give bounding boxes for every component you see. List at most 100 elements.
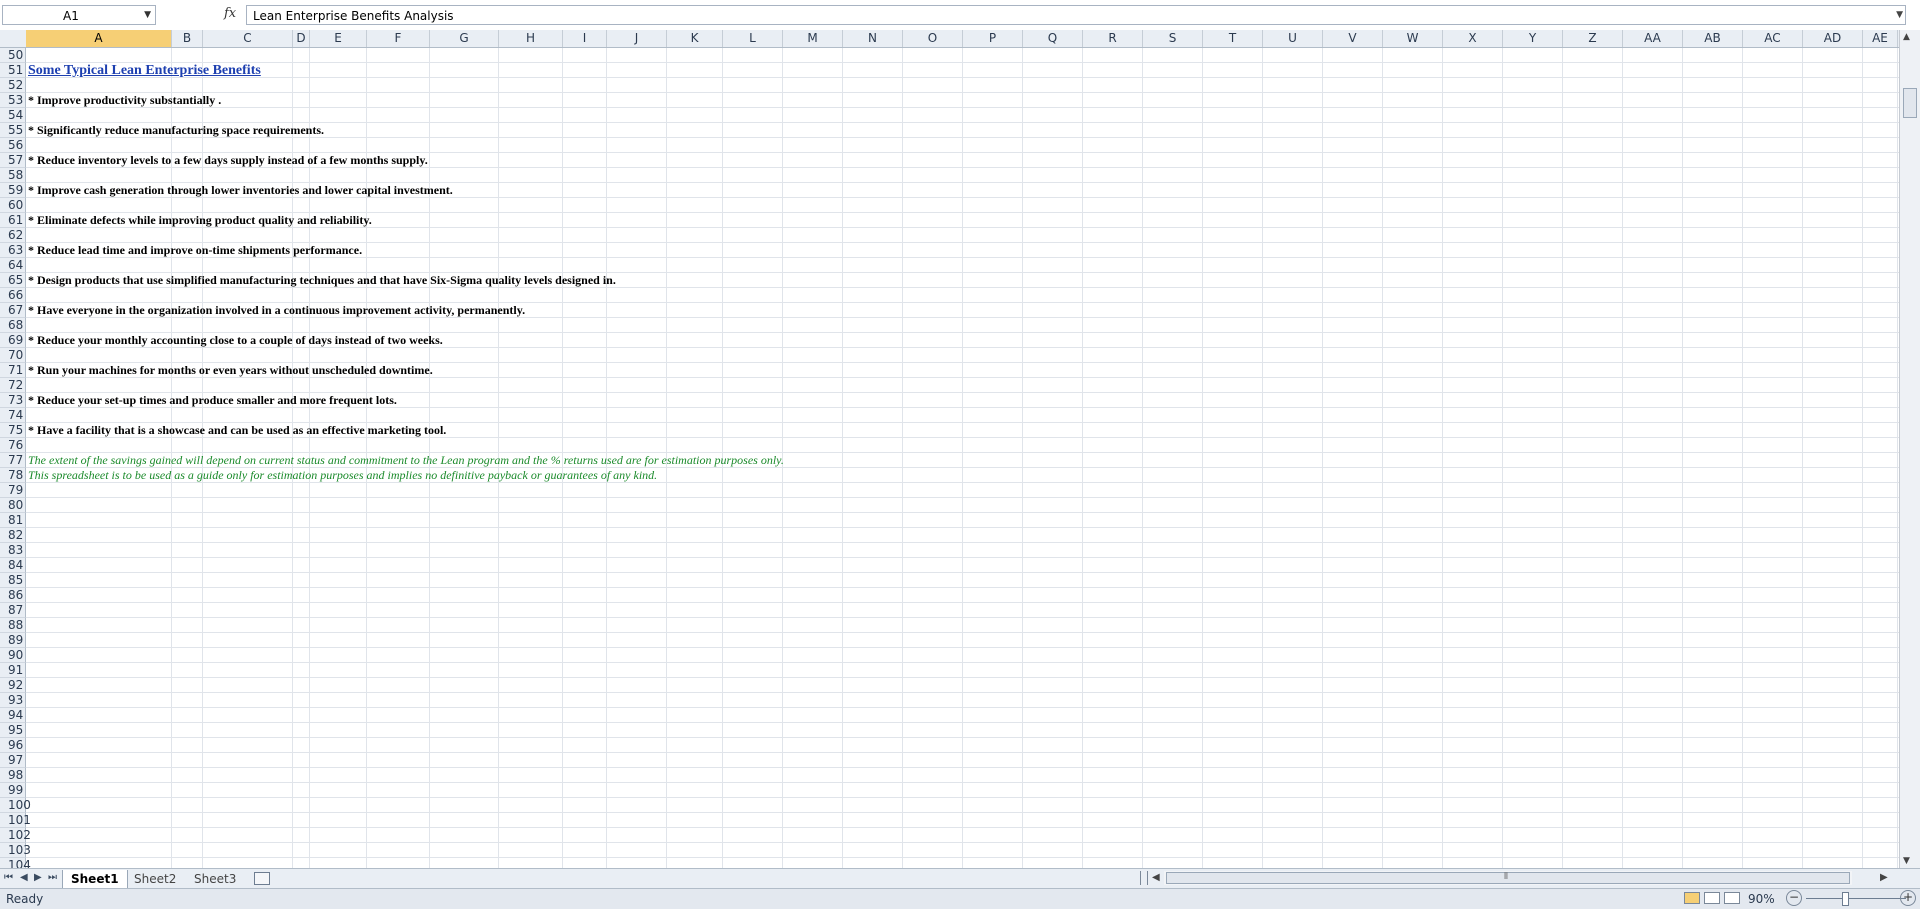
row-header[interactable]: 52 <box>0 78 26 93</box>
row-header[interactable]: 60 <box>0 198 26 213</box>
column-header-p[interactable]: P <box>963 30 1023 47</box>
disclaimer-cell[interactable]: This spreadsheet is to be used as a guid… <box>28 468 657 483</box>
column-header-v[interactable]: V <box>1323 30 1383 47</box>
row-header[interactable]: 90 <box>0 648 26 663</box>
column-header-x[interactable]: X <box>1443 30 1503 47</box>
last-sheet-icon[interactable]: ⏭ <box>48 872 57 883</box>
row-header[interactable]: 71 <box>0 363 26 378</box>
row-header[interactable]: 65 <box>0 273 26 288</box>
page-layout-view-icon[interactable] <box>1704 892 1720 904</box>
disclaimer-cell[interactable]: The extent of the savings gained will de… <box>28 453 784 468</box>
column-header-c[interactable]: C <box>203 30 293 47</box>
zoom-out-icon[interactable]: − <box>1786 890 1802 906</box>
row-header[interactable]: 84 <box>0 558 26 573</box>
row-header[interactable]: 62 <box>0 228 26 243</box>
row-header[interactable]: 89 <box>0 633 26 648</box>
benefit-cell[interactable]: * Reduce inventory levels to a few days … <box>28 153 428 168</box>
normal-view-icon[interactable] <box>1684 892 1700 904</box>
scroll-down-icon[interactable]: ▼ <box>1903 856 1910 866</box>
sheet-tab-sheet1[interactable]: Sheet1 <box>62 870 128 889</box>
column-header-ab[interactable]: AB <box>1683 30 1743 47</box>
row-header[interactable]: 57 <box>0 153 26 168</box>
row-header[interactable]: 67 <box>0 303 26 318</box>
sheet-tab-sheet2[interactable]: Sheet2 <box>126 870 184 888</box>
row-header[interactable]: 70 <box>0 348 26 363</box>
column-header-ad[interactable]: AD <box>1803 30 1863 47</box>
row-header[interactable]: 61 <box>0 213 26 228</box>
row-header[interactable]: 73 <box>0 393 26 408</box>
row-header[interactable]: 72 <box>0 378 26 393</box>
row-header[interactable]: 80 <box>0 498 26 513</box>
benefit-cell[interactable]: * Improve productivity substantially . <box>28 93 221 108</box>
page-break-view-icon[interactable] <box>1724 892 1740 904</box>
scroll-up-icon[interactable]: ▲ <box>1903 32 1910 42</box>
column-header-j[interactable]: J <box>607 30 667 47</box>
zoom-in-icon[interactable]: + <box>1900 890 1916 906</box>
column-header-o[interactable]: O <box>903 30 963 47</box>
column-header-u[interactable]: U <box>1263 30 1323 47</box>
row-header[interactable]: 96 <box>0 738 26 753</box>
row-header[interactable]: 104 <box>0 858 31 868</box>
row-header[interactable]: 101 <box>0 813 31 828</box>
benefit-cell[interactable]: * Design products that use simplified ma… <box>28 273 616 288</box>
row-header[interactable]: 58 <box>0 168 26 183</box>
column-header-z[interactable]: Z <box>1563 30 1623 47</box>
row-header[interactable]: 98 <box>0 768 26 783</box>
column-header-e[interactable]: E <box>310 30 367 47</box>
column-header-ac[interactable]: AC <box>1743 30 1803 47</box>
chevron-down-icon[interactable]: ▼ <box>144 10 151 20</box>
row-header[interactable]: 86 <box>0 588 26 603</box>
row-header[interactable]: 59 <box>0 183 26 198</box>
column-header-b[interactable]: B <box>172 30 203 47</box>
zoom-slider-thumb[interactable] <box>1842 892 1849 906</box>
column-header-ae[interactable]: AE <box>1863 30 1898 47</box>
row-header[interactable]: 77 <box>0 453 26 468</box>
benefit-cell[interactable]: * Have a facility that is a showcase and… <box>28 423 446 438</box>
column-header-w[interactable]: W <box>1383 30 1443 47</box>
first-sheet-icon[interactable]: ⏮ <box>4 872 13 883</box>
column-header-s[interactable]: S <box>1143 30 1203 47</box>
row-header[interactable]: 97 <box>0 753 26 768</box>
benefit-cell[interactable]: * Reduce lead time and improve on-time s… <box>28 243 362 258</box>
row-header[interactable]: 53 <box>0 93 26 108</box>
column-header-n[interactable]: N <box>843 30 903 47</box>
row-header[interactable]: 79 <box>0 483 26 498</box>
column-header-i[interactable]: I <box>563 30 607 47</box>
horizontal-scroll-thumb[interactable] <box>1166 872 1850 884</box>
row-header[interactable]: 63 <box>0 243 26 258</box>
column-header-h[interactable]: H <box>499 30 563 47</box>
insert-sheet-icon[interactable] <box>254 872 270 885</box>
row-header[interactable]: 88 <box>0 618 26 633</box>
row-header[interactable]: 87 <box>0 603 26 618</box>
column-header-m[interactable]: M <box>783 30 843 47</box>
column-header-g[interactable]: G <box>430 30 499 47</box>
row-header[interactable]: 54 <box>0 108 26 123</box>
column-header-r[interactable]: R <box>1083 30 1143 47</box>
expand-formula-bar-icon[interactable]: ▼ <box>1896 10 1903 20</box>
row-header[interactable]: 69 <box>0 333 26 348</box>
scroll-left-icon[interactable]: ◀ <box>1152 872 1160 883</box>
row-header[interactable]: 92 <box>0 678 26 693</box>
column-header-q[interactable]: Q <box>1023 30 1083 47</box>
benefit-cell[interactable]: * Have everyone in the organization invo… <box>28 303 525 318</box>
zoom-level[interactable]: 90% <box>1748 892 1775 906</box>
benefit-cell[interactable]: * Run your machines for months or even y… <box>28 363 433 378</box>
row-header[interactable]: 76 <box>0 438 26 453</box>
worksheet-grid[interactable]: 50 51 Some Typical Lean Enterprise Benefit… <box>0 48 1900 868</box>
row-header[interactable]: 66 <box>0 288 26 303</box>
row-header[interactable]: 93 <box>0 693 26 708</box>
benefit-cell[interactable]: * Reduce your monthly accounting close t… <box>28 333 443 348</box>
row-header[interactable]: 55 <box>0 123 26 138</box>
zoom-slider[interactable] <box>1806 898 1906 899</box>
row-header[interactable]: 103 <box>0 843 31 858</box>
row-header[interactable]: 56 <box>0 138 26 153</box>
row-header[interactable]: 83 <box>0 543 26 558</box>
column-header-l[interactable]: L <box>723 30 783 47</box>
row-header[interactable]: 91 <box>0 663 26 678</box>
formula-input[interactable]: Lean Enterprise Benefits Analysis ▼ <box>246 5 1906 25</box>
tab-split-handle[interactable] <box>1140 871 1148 885</box>
vertical-scroll-thumb[interactable] <box>1903 88 1917 118</box>
benefit-cell[interactable]: * Improve cash generation through lower … <box>28 183 453 198</box>
row-header[interactable]: 68 <box>0 318 26 333</box>
row-header[interactable]: 95 <box>0 723 26 738</box>
